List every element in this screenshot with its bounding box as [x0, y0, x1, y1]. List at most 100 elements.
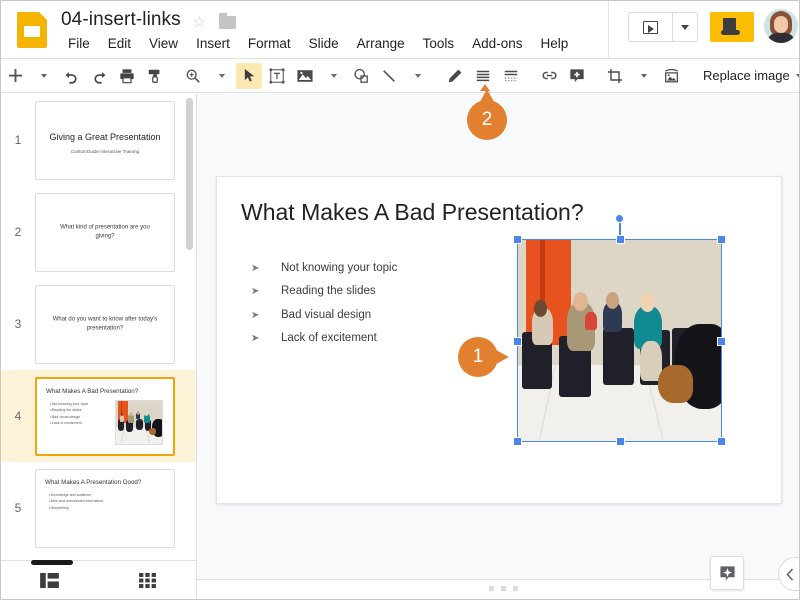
shape-button[interactable]: [348, 63, 374, 89]
bullet-marker-icon: ➤: [251, 286, 260, 298]
crop-dropdown[interactable]: [630, 63, 656, 89]
list-item[interactable]: 1 Giving a Great Presentation CustomGuid…: [1, 94, 196, 186]
resize-handle-w[interactable]: [513, 336, 522, 346]
redo-button[interactable]: [86, 63, 112, 89]
avatar[interactable]: [764, 9, 798, 43]
text-box-icon: [269, 68, 285, 83]
explore-button[interactable]: [710, 556, 744, 590]
resize-handle-sw[interactable]: [513, 437, 522, 446]
line-dropdown[interactable]: [404, 63, 430, 89]
print-button[interactable]: [114, 63, 140, 89]
title-bar: 04-insert-links ☆ File Edit View Insert …: [1, 1, 799, 59]
slide-thumbnail[interactable]: What Makes A Presentation Good? Knowledg…: [35, 468, 175, 548]
menu-item-view[interactable]: View: [140, 34, 187, 53]
resize-handle-ne[interactable]: [717, 235, 726, 244]
menu-item-arrange[interactable]: Arrange: [348, 34, 414, 53]
slide-number: 3: [14, 317, 22, 331]
line-button[interactable]: [376, 63, 402, 89]
folder-icon[interactable]: [219, 13, 236, 29]
list-item[interactable]: 4 What Makes A Bad Presentation? Not kno…: [1, 370, 196, 462]
insert-link-button[interactable]: [536, 63, 562, 89]
slide-bullet-text: Not knowing your topic: [281, 262, 398, 274]
menu-item-help[interactable]: Help: [531, 34, 577, 53]
slide-thumbnail[interactable]: What kind of presentation are you giving…: [35, 192, 175, 272]
thumbnail-title: What Makes A Presentation Good?: [45, 478, 142, 486]
resize-handle-e[interactable]: [717, 336, 726, 346]
new-slide-dropdown[interactable]: [30, 63, 56, 89]
star-icon[interactable]: ☆: [192, 15, 208, 31]
slide-title[interactable]: What Makes A Bad Presentation?: [241, 199, 584, 226]
resize-handle-nw[interactable]: [513, 235, 522, 244]
grid-view-button[interactable]: [130, 567, 164, 595]
new-slide-button[interactable]: [2, 63, 28, 89]
text-box-button[interactable]: [264, 63, 290, 89]
paint-format-button[interactable]: [142, 63, 168, 89]
slide-body-text[interactable]: ➤ Not knowing your topic ➤ Reading the s…: [251, 257, 397, 350]
resize-handle-se[interactable]: [717, 437, 726, 446]
slide-filmstrip-panel[interactable]: 1 Giving a Great Presentation CustomGuid…: [1, 94, 197, 560]
insert-image-dropdown[interactable]: [320, 63, 346, 89]
insert-image-button[interactable]: [292, 63, 318, 89]
selected-image-container[interactable]: [513, 214, 726, 446]
menu-item-addons[interactable]: Add-ons: [463, 34, 531, 53]
slide-bullet-row: ➤ Not knowing your topic: [251, 257, 397, 280]
list-item[interactable]: 2 What kind of presentation are you givi…: [1, 186, 196, 278]
resize-handle-n[interactable]: [615, 235, 625, 244]
line-spacing-button[interactable]: [498, 63, 524, 89]
menu-item-file[interactable]: File: [59, 34, 99, 53]
undo-button[interactable]: [58, 63, 84, 89]
filmstrip-scrollbar[interactable]: [186, 98, 193, 250]
callout-marker-2: 2: [467, 89, 507, 140]
shape-icon: [354, 68, 368, 83]
replace-image-label: Replace image: [703, 68, 790, 83]
list-item[interactable]: 5 What Makes A Presentation Good? Knowle…: [1, 462, 196, 554]
replace-image-button[interactable]: Replace image: [695, 68, 799, 83]
document-title[interactable]: 04-insert-links: [61, 9, 181, 31]
slide-thumbnail[interactable]: What do you want to know after today's p…: [35, 284, 175, 364]
crop-button[interactable]: [602, 63, 628, 89]
list-item[interactable]: 3 What do you want to know after today's…: [1, 278, 196, 370]
slide-thumbnail[interactable]: Giving a Great Presentation CustomGuide …: [35, 100, 175, 180]
bullet-marker-icon: ➤: [251, 333, 260, 345]
zoom-dropdown[interactable]: [208, 63, 234, 89]
select-tool-button[interactable]: [236, 62, 262, 89]
add-comment-button[interactable]: [564, 63, 590, 89]
filmstrip-view-icon: [40, 573, 60, 588]
bored-audience-photo[interactable]: [517, 239, 722, 442]
menu-item-tools[interactable]: Tools: [414, 34, 464, 53]
slide-bullet-text: Reading the slides: [281, 285, 376, 298]
thumbnail-image: [115, 399, 163, 445]
chevron-left-icon: [785, 567, 793, 581]
present-dropdown-button[interactable]: [672, 12, 698, 42]
resize-grip-icon[interactable]: [489, 586, 518, 591]
thumbnail-title: What do you want to know after today's p…: [52, 316, 158, 331]
crop-icon: [607, 68, 623, 83]
slide-canvas-area[interactable]: What Makes A Bad Presentation? ➤ Not kno…: [197, 94, 799, 579]
slide-bullet-row: ➤ Reading the slides: [251, 280, 397, 303]
slide-bullet-text: Bad visual design: [281, 308, 372, 321]
zoom-button[interactable]: [180, 63, 206, 89]
filmstrip-footer: [1, 560, 197, 599]
thumbnail-bullet: Knowledge and audience: [49, 492, 103, 499]
menu-item-slide[interactable]: Slide: [300, 34, 348, 53]
comment-plus-icon: [570, 68, 584, 82]
avatar-body: [767, 33, 795, 43]
filmstrip-view-button[interactable]: [33, 567, 67, 595]
paint-format-icon: [148, 69, 160, 83]
menu-item-edit[interactable]: Edit: [99, 34, 140, 53]
rotation-handle[interactable]: [615, 214, 624, 223]
chevron-down-icon: [640, 73, 647, 78]
pen-button[interactable]: [442, 63, 468, 89]
mask-image-button[interactable]: [658, 63, 684, 89]
menu-item-insert[interactable]: Insert: [187, 34, 239, 53]
slide-thumbnail[interactable]: What Makes A Bad Presentation? Not knowi…: [35, 376, 175, 456]
slides-app-window: 04-insert-links ☆ File Edit View Insert …: [0, 0, 800, 600]
filmstrip-horizontal-scrollbar[interactable]: [31, 560, 73, 565]
resize-handle-s[interactable]: [615, 437, 625, 446]
present-button[interactable]: [628, 12, 672, 42]
share-button[interactable]: [710, 12, 754, 42]
menu-item-format[interactable]: Format: [239, 34, 300, 53]
current-slide[interactable]: What Makes A Bad Presentation? ➤ Not kno…: [216, 176, 782, 504]
thumbnail-bullet: Reading the slides: [50, 407, 88, 414]
cursor-icon: [244, 68, 254, 82]
